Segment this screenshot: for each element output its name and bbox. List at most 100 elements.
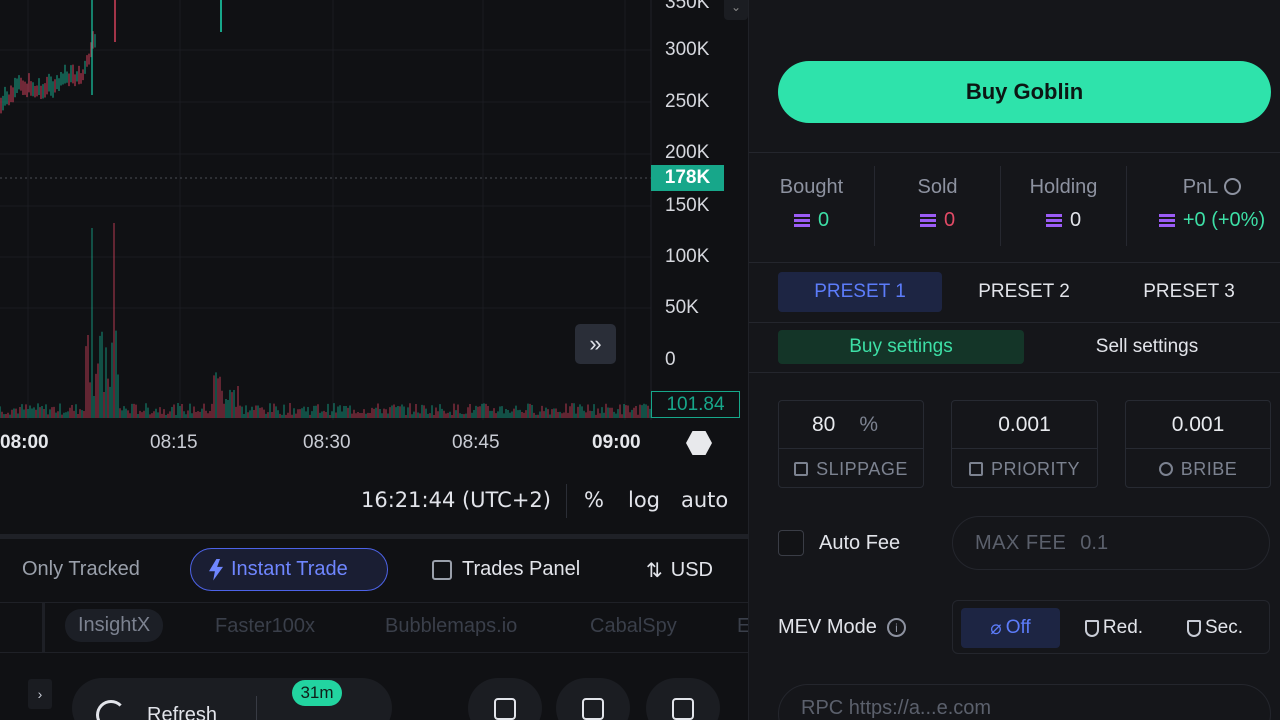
trade-panel: Buy Goblin Bought 0 Sold 0 Holding 0 PnL… (748, 0, 1280, 720)
tab-preset-3[interactable]: PRESET 3 (1107, 272, 1271, 312)
mev-secure-button[interactable]: Sec. (1167, 608, 1263, 648)
priority-field[interactable]: 0.001 PRIORITY (951, 400, 1098, 488)
mev-reduced-button[interactable]: Red. (1069, 608, 1159, 648)
rpc-input[interactable]: RPC https://a...e.com (778, 684, 1271, 720)
trade-filters: Only Tracked Instant Trade Trades Panel … (0, 546, 748, 594)
priority-input[interactable]: 0.001 (952, 401, 1097, 449)
slippage-field[interactable]: 80 % SLIPPAGE (778, 400, 924, 488)
pnl-currency-toggle-icon[interactable] (1224, 178, 1242, 195)
mev-off-button[interactable]: ⌀ Off (961, 608, 1060, 648)
time-axis-label: 08:45 (452, 432, 500, 453)
price-axis-label: 100K (665, 246, 710, 267)
slippage-unit: % (859, 412, 879, 436)
price-axis-label: 300K (665, 39, 710, 60)
price-chart[interactable] (0, 0, 748, 470)
apps-bar: InsightX Faster100x Bubblemaps.io CabalS… (0, 602, 748, 653)
app-link-more[interactable]: E (737, 615, 748, 638)
trades-panel-toggle[interactable]: Trades Panel (432, 558, 580, 581)
chevron-double-right-icon: » (589, 331, 602, 356)
price-axis-label: 200K (665, 142, 710, 163)
stat-value: +0 (+0%) (1182, 209, 1266, 231)
info-icon[interactable]: i (886, 618, 906, 637)
auto-fee-checkbox[interactable] (778, 530, 804, 556)
bolt-icon (209, 558, 223, 581)
chevron-right-icon[interactable]: › (28, 679, 52, 709)
price-axis-label: 350K (665, 0, 710, 13)
currency-toggle[interactable]: ⇅ USD (646, 558, 713, 583)
max-fee-input[interactable]: MAX FEE 0.1 (952, 516, 1270, 570)
tab-preset-2[interactable]: PRESET 2 (942, 272, 1106, 312)
settings-tabs: Buy settings Sell settings (778, 330, 1271, 364)
stat-value: 0 (817, 209, 830, 231)
price-axis-label: 0 (665, 349, 676, 370)
solana-icon (793, 213, 810, 228)
mev-mode-text: MEV Mode (778, 616, 877, 638)
buy-button[interactable]: Buy Goblin (778, 61, 1271, 123)
solana-icon (1045, 213, 1062, 228)
alerts-button[interactable] (468, 678, 542, 720)
app-link-insightx[interactable]: InsightX (65, 609, 164, 642)
sliders-icon (582, 698, 604, 720)
bribe-field[interactable]: 0.001 BRIBE (1125, 400, 1271, 488)
menu-button[interactable] (646, 678, 720, 720)
mev-mode-selector: ⌀ Off Red. Sec. (952, 600, 1270, 654)
mev-reduced-label: Red. (1102, 617, 1144, 638)
mev-secure-label: Sec. (1204, 617, 1244, 638)
stat-holding: Holding 0 (1001, 176, 1126, 232)
priority-label: PRIORITY (990, 458, 1080, 479)
time-axis-label: 08:30 (303, 432, 351, 453)
divider (1126, 166, 1127, 246)
slippage-label: SLIPPAGE (816, 458, 908, 479)
app-link-cabalspy[interactable]: CabalSpy (590, 615, 677, 638)
stat-bought: Bought 0 (749, 176, 874, 232)
instant-trade-button[interactable]: Instant Trade (190, 548, 388, 591)
auto-scale-toggle[interactable]: auto (681, 488, 728, 512)
current-price-badge: 178K (651, 165, 724, 191)
gas-pump-icon (968, 462, 983, 476)
mev-off-label: Off (1005, 617, 1031, 638)
stat-label: Holding (1029, 176, 1098, 198)
slippage-input[interactable]: 80 % (779, 401, 923, 449)
preset-tabs: PRESET 1 PRESET 2 PRESET 3 (778, 272, 1271, 312)
max-fee-label: MAX FEE (975, 531, 1067, 554)
slippage-value: 80 (811, 412, 836, 436)
sun-icon (494, 698, 516, 720)
shield-icon (1186, 619, 1201, 637)
app-link-faster100x[interactable]: Faster100x (215, 615, 315, 638)
slash-icon: ⌀ (990, 617, 1002, 639)
refresh-label: Refresh (147, 704, 218, 720)
instant-trade-label: Instant Trade (231, 558, 348, 580)
slippage-icon (794, 462, 809, 476)
trades-panel-label: Trades Panel (462, 558, 581, 580)
app-link-bubblemaps[interactable]: Bubblemaps.io (385, 615, 517, 638)
refresh-divider (256, 696, 257, 720)
tab-sell-settings[interactable]: Sell settings (1024, 330, 1270, 364)
shield-icon (1084, 619, 1099, 637)
stat-pnl: PnL +0 (+0%) (1143, 176, 1280, 232)
filter-button[interactable] (556, 678, 630, 720)
panel-resize-handle[interactable] (0, 534, 748, 539)
apps-divider (42, 603, 45, 653)
price-axis-label: 150K (665, 195, 710, 216)
divider (749, 372, 1280, 373)
log-scale-toggle[interactable]: log (628, 488, 660, 512)
divider (749, 152, 1280, 153)
price-axis-label: 50K (665, 297, 699, 318)
price-axis-label: 250K (665, 91, 710, 112)
percent-scale-toggle[interactable]: % (584, 488, 604, 512)
collapse-tab[interactable]: ⌄ (724, 0, 748, 20)
bribe-input[interactable]: 0.001 (1126, 401, 1270, 449)
chart-clock: 16:21:44 (UTC+2) (361, 488, 551, 512)
tab-buy-settings[interactable]: Buy settings (778, 330, 1024, 364)
solana-icon (919, 213, 936, 228)
checkbox-icon (432, 559, 452, 580)
only-tracked-toggle[interactable]: Only Tracked (22, 558, 140, 581)
scroll-to-realtime-button[interactable]: » (575, 324, 616, 364)
time-axis-label: 09:00 (592, 432, 641, 453)
volume-badge: 101.84 (651, 391, 740, 418)
stat-sold: Sold 0 (875, 176, 1000, 232)
max-fee-value: 0.1 (1080, 531, 1109, 554)
auto-fee-label: Auto Fee (819, 532, 901, 554)
bribe-label: BRIBE (1180, 458, 1238, 479)
tab-preset-1[interactable]: PRESET 1 (778, 272, 942, 312)
